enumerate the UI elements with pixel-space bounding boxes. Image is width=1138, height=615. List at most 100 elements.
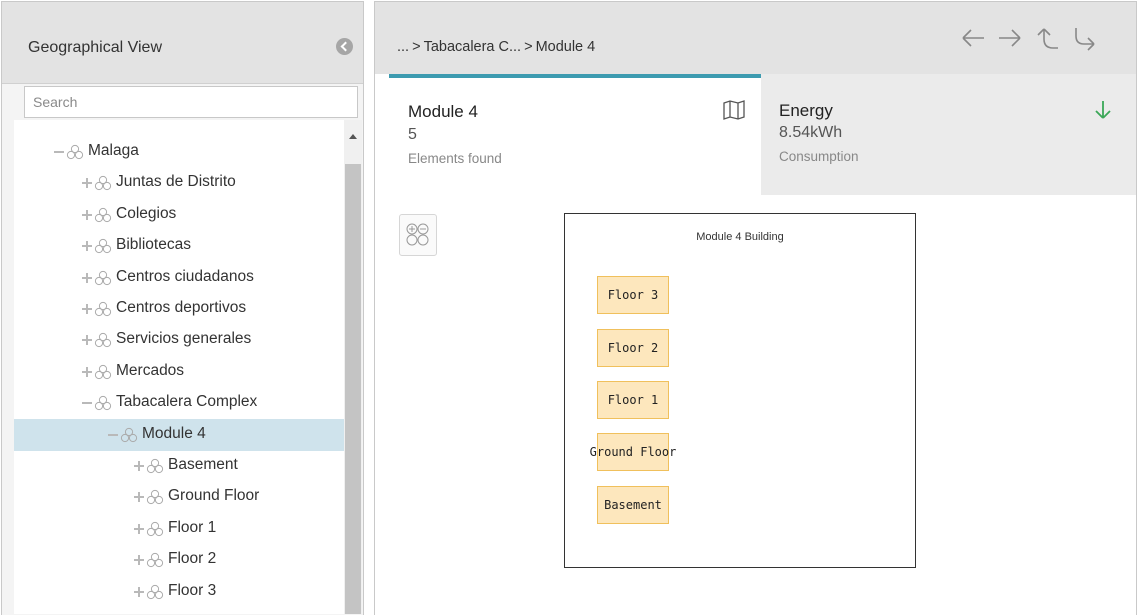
panel-header: Geographical View — [2, 2, 363, 84]
building-group-icon — [94, 333, 112, 348]
expand-icon[interactable] — [82, 209, 92, 220]
energy-card-title: Energy — [779, 101, 833, 120]
building-group-icon — [146, 553, 164, 568]
expand-icon[interactable] — [82, 178, 92, 189]
tree-item-label: Ground Floor — [168, 487, 260, 505]
expand-icon[interactable] — [82, 335, 92, 346]
floor-box[interactable]: Basement — [597, 486, 669, 524]
panel-title: Geographical View — [28, 39, 163, 56]
detail-panel: ... > Tabacalera C... > Module 4 Module … — [374, 1, 1137, 615]
tree-item-label: Bibliotecas — [116, 236, 191, 254]
building-group-icon — [94, 239, 112, 254]
energy-card-value: 8.54kWh — [779, 124, 843, 141]
arrow-left-icon[interactable] — [959, 24, 987, 52]
floor-box[interactable]: Floor 3 — [597, 276, 669, 314]
floor-box[interactable]: Ground Floor — [590, 433, 676, 471]
tree-item[interactable]: Floor 3 — [14, 576, 344, 608]
breadcrumb-current: Module 4 — [535, 39, 596, 55]
tree-item[interactable]: Floor 1 — [14, 513, 344, 545]
tree-item[interactable]: Juntas de Distrito — [14, 167, 344, 199]
energy-card-subtitle: Consumption — [779, 149, 859, 164]
building-group-icon — [120, 427, 138, 442]
arrow-up-icon[interactable] — [1033, 24, 1061, 52]
breadcrumb-separator: > — [524, 39, 533, 55]
tree-item-label: Centros deportivos — [116, 299, 247, 316]
tree-item[interactable]: Mercados — [14, 356, 344, 388]
energy-card[interactable]: Energy 8.54kWh Consumption — [761, 74, 1136, 195]
building-group-icon — [146, 458, 164, 474]
expand-icon[interactable] — [134, 492, 144, 503]
building-group-icon — [94, 207, 112, 222]
building-diagram: Module 4 Building Floor 3 Floor 2 Floor 1 G… — [564, 213, 916, 568]
tree-item-label: Tabacalera Complex — [116, 393, 258, 411]
arrow-right-icon[interactable] — [996, 24, 1024, 52]
building-group-icon — [146, 521, 164, 536]
tree-item-label: Floor 3 — [168, 581, 217, 599]
diagram-title: Module 4 Building — [696, 231, 784, 243]
search-input[interactable] — [24, 86, 358, 118]
expand-icon[interactable] — [82, 304, 92, 314]
building-group-icon — [146, 490, 164, 505]
tree-item-label: Module 4 — [142, 424, 206, 442]
building-group-icon — [94, 301, 112, 317]
breadcrumb-parent[interactable]: Tabacalera C... — [424, 39, 522, 55]
location-tree: ... Malaga Juntas de Distrito Colegios Bibl… — [14, 120, 344, 614]
summary-card-subtitle: Elements found — [408, 151, 502, 166]
expand-icon[interactable] — [134, 461, 144, 471]
tree-item-label: Colegios — [116, 204, 177, 222]
expand-icon[interactable] — [134, 523, 144, 534]
arrow-down-icon — [1095, 101, 1111, 119]
tree-item-label: Floor 1 — [168, 518, 217, 536]
tree-item[interactable]: Malaga — [14, 136, 344, 168]
expand-icon[interactable] — [82, 241, 92, 252]
expand-icon[interactable] — [82, 366, 92, 377]
detail-header: ... > Tabacalera C... > Module 4 — [375, 2, 1136, 74]
expand-icon[interactable] — [82, 272, 92, 283]
tree-item[interactable]: Floor 2 — [14, 544, 344, 576]
tree-item-label: Basement — [168, 456, 238, 473]
tree-item[interactable]: Centros deportivos — [14, 293, 344, 325]
collapse-icon[interactable] — [82, 398, 92, 408]
tree-item-label: Juntas de Distrito — [116, 173, 236, 191]
tree-item[interactable]: Colegios — [14, 199, 344, 231]
tree-scrollbar[interactable] — [344, 120, 362, 614]
floor-box[interactable]: Floor 1 — [597, 381, 669, 419]
zoom-icon[interactable] — [406, 223, 430, 247]
tree-item-label: Floor 2 — [168, 550, 217, 568]
tree-item[interactable]: Module 4 — [14, 418, 344, 451]
collapse-panel-icon[interactable] — [336, 38, 353, 55]
scroll-thumb[interactable] — [345, 164, 361, 614]
map-icon[interactable] — [723, 100, 745, 120]
tree-item[interactable]: Servicios generales — [14, 324, 344, 356]
scroll-up-arrow[interactable] — [349, 134, 357, 139]
tree-item-label: Centros ciudadanos — [116, 267, 254, 285]
tree-partial-row: ... — [54, 120, 134, 123]
zoom-control[interactable] — [399, 214, 437, 256]
breadcrumb: ... > Tabacalera C... > Module 4 — [397, 39, 595, 55]
building-group-icon — [146, 584, 164, 599]
tree-item[interactable]: Bibliotecas — [14, 230, 344, 262]
tree-item[interactable]: Tabacalera Complex — [14, 387, 344, 419]
tree-item[interactable]: Centros ciudadanos — [14, 262, 344, 294]
summary-card-title: Module 4 — [408, 102, 478, 121]
building-group-icon — [94, 176, 112, 191]
tree-item[interactable]: Ground Floor — [14, 481, 344, 513]
building-group-icon — [94, 364, 112, 379]
tree-item-label: Malaga — [88, 142, 139, 159]
summary-card-value: 5 — [408, 126, 417, 143]
tree-item[interactable]: Basement — [14, 450, 344, 482]
summary-card[interactable]: Module 4 5 Elements found — [389, 74, 761, 195]
turn-right-icon[interactable] — [1070, 24, 1098, 52]
building-group-icon — [66, 144, 84, 160]
breadcrumb-separator: > — [412, 39, 421, 55]
navigation-icons — [959, 24, 1098, 52]
collapse-icon[interactable] — [108, 430, 118, 440]
tree-item-label: Mercados — [116, 361, 185, 379]
expand-icon[interactable] — [134, 586, 144, 597]
breadcrumb-ellipsis[interactable]: ... — [397, 39, 409, 55]
tree-item-label: Servicios generales — [116, 330, 252, 348]
floor-box[interactable]: Floor 2 — [597, 329, 669, 367]
expand-icon[interactable] — [134, 555, 144, 566]
collapse-icon[interactable] — [54, 147, 64, 157]
building-group-icon — [94, 396, 112, 411]
